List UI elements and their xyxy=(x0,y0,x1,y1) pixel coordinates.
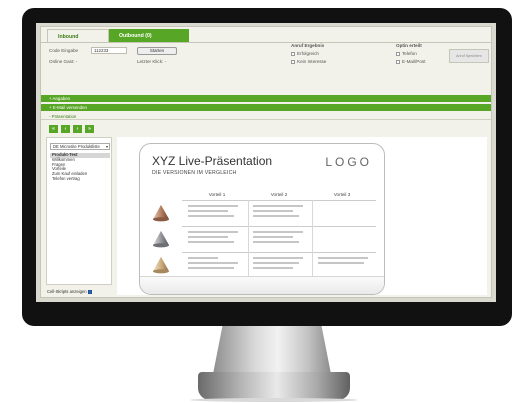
placeholder-text xyxy=(318,257,368,259)
placeholder-text xyxy=(188,205,238,207)
table-divider xyxy=(248,200,249,278)
online-guest-label: Online Gast: - xyxy=(49,59,78,64)
cone-bronze-icon xyxy=(152,204,170,222)
optin-option-phone[interactable]: Telefon xyxy=(396,51,417,56)
placeholder-text xyxy=(188,262,238,264)
placeholder-text xyxy=(253,241,299,243)
last-click-label: Letzter Klick: - xyxy=(137,59,167,64)
placeholder-text xyxy=(253,215,299,217)
checkbox-icon xyxy=(396,59,400,64)
next-slide-button[interactable]: › xyxy=(73,125,82,133)
call-result-option-success[interactable]: Erfolgreich xyxy=(291,51,319,56)
placeholder-text xyxy=(253,210,293,212)
checkbox-checked-icon xyxy=(87,289,92,294)
save-call-button[interactable]: Anruf Speichern xyxy=(449,49,489,63)
last-slide-button[interactable]: » xyxy=(85,125,94,133)
optin-option-email[interactable]: E-Mail/Post xyxy=(396,59,426,64)
placeholder-text xyxy=(253,257,303,259)
placeholder-text xyxy=(188,210,228,212)
app-window: Inbound Outbound (0) Code Eingabe 112233… xyxy=(40,26,492,298)
code-input[interactable]: 112233 xyxy=(91,47,127,54)
placeholder-text xyxy=(318,262,364,264)
placeholder-text xyxy=(253,236,293,238)
slide-list-panel: DE Microsite Produktliste ▾ Produkt-Test… xyxy=(46,137,112,285)
slide-subtitle: DIE VERSIONEN IM VERGLEICH xyxy=(152,170,237,176)
column-header: Vorteil 1 xyxy=(208,192,226,197)
tab-bar: Inbound Outbound (0) xyxy=(47,29,189,43)
tab-divider xyxy=(41,42,491,43)
call-result-option-no-interest[interactable]: Kein Interesse xyxy=(291,59,326,64)
optin-title: Optin erteilt xyxy=(396,43,422,48)
call-result-title: Anruf Ergebnis xyxy=(291,43,325,48)
section-email[interactable]: + E-Mail versenden xyxy=(41,104,491,111)
checkbox-icon xyxy=(291,51,295,56)
start-button[interactable]: Starten xyxy=(137,47,177,55)
column-header: Vorteil 2 xyxy=(270,192,288,197)
monitor-stand-base xyxy=(198,372,350,400)
placeholder-text xyxy=(188,257,218,259)
placeholder-text xyxy=(253,262,299,264)
table-divider xyxy=(312,200,313,278)
checkbox-icon xyxy=(396,51,400,56)
slide-title: XYZ Live-Präsentation xyxy=(152,154,273,168)
monitor-shadow xyxy=(190,398,358,402)
chevron-down-icon: ▾ xyxy=(105,144,108,149)
placeholder-text xyxy=(188,215,234,217)
first-slide-button[interactable]: « xyxy=(49,125,58,133)
cell-scripts-toggle[interactable]: Cell-Skripts anzeigen xyxy=(47,289,94,294)
prev-slide-button[interactable]: ‹ xyxy=(61,125,70,133)
tab-inbound[interactable]: Inbound xyxy=(47,29,109,43)
placeholder-text xyxy=(188,241,234,243)
monitor-stand-neck xyxy=(213,326,331,374)
table-rule xyxy=(182,200,376,201)
slide-stage: XYZ Live-Präsentation DIE VERSIONEN IM V… xyxy=(117,137,487,295)
code-label: Code Eingabe xyxy=(49,48,79,53)
section-presentation[interactable]: - Präsentation xyxy=(41,113,491,120)
placeholder-text xyxy=(253,267,293,269)
slide-footer xyxy=(140,276,384,294)
slide-list: Produkt-Test Willkommen Fragen Vorteile … xyxy=(50,152,110,182)
monitor-frame: Inbound Outbound (0) Code Eingabe 112233… xyxy=(22,8,512,326)
slide-preview: XYZ Live-Präsentation DIE VERSIONEN IM V… xyxy=(139,143,385,295)
placeholder-text xyxy=(253,205,303,207)
cone-gold-icon xyxy=(152,256,170,274)
table-rule xyxy=(182,252,376,253)
placeholder-text xyxy=(188,231,238,233)
presentation-select[interactable]: DE Microsite Produktliste ▾ xyxy=(50,143,110,150)
table-rule xyxy=(182,226,376,227)
placeholder-text xyxy=(188,236,228,238)
placeholder-text xyxy=(188,267,234,269)
section-angaben[interactable]: + Angaben xyxy=(41,95,491,102)
placeholder-text xyxy=(253,231,303,233)
slide-list-item[interactable]: Telefon vertrag xyxy=(50,176,110,182)
checkbox-icon xyxy=(291,59,295,64)
cone-silver-icon xyxy=(152,230,170,248)
logo: LOGO xyxy=(325,155,372,169)
screen: Inbound Outbound (0) Code Eingabe 112233… xyxy=(36,23,496,302)
column-header: Vorteil 3 xyxy=(333,192,351,197)
tab-outbound[interactable]: Outbound (0) xyxy=(109,29,189,43)
